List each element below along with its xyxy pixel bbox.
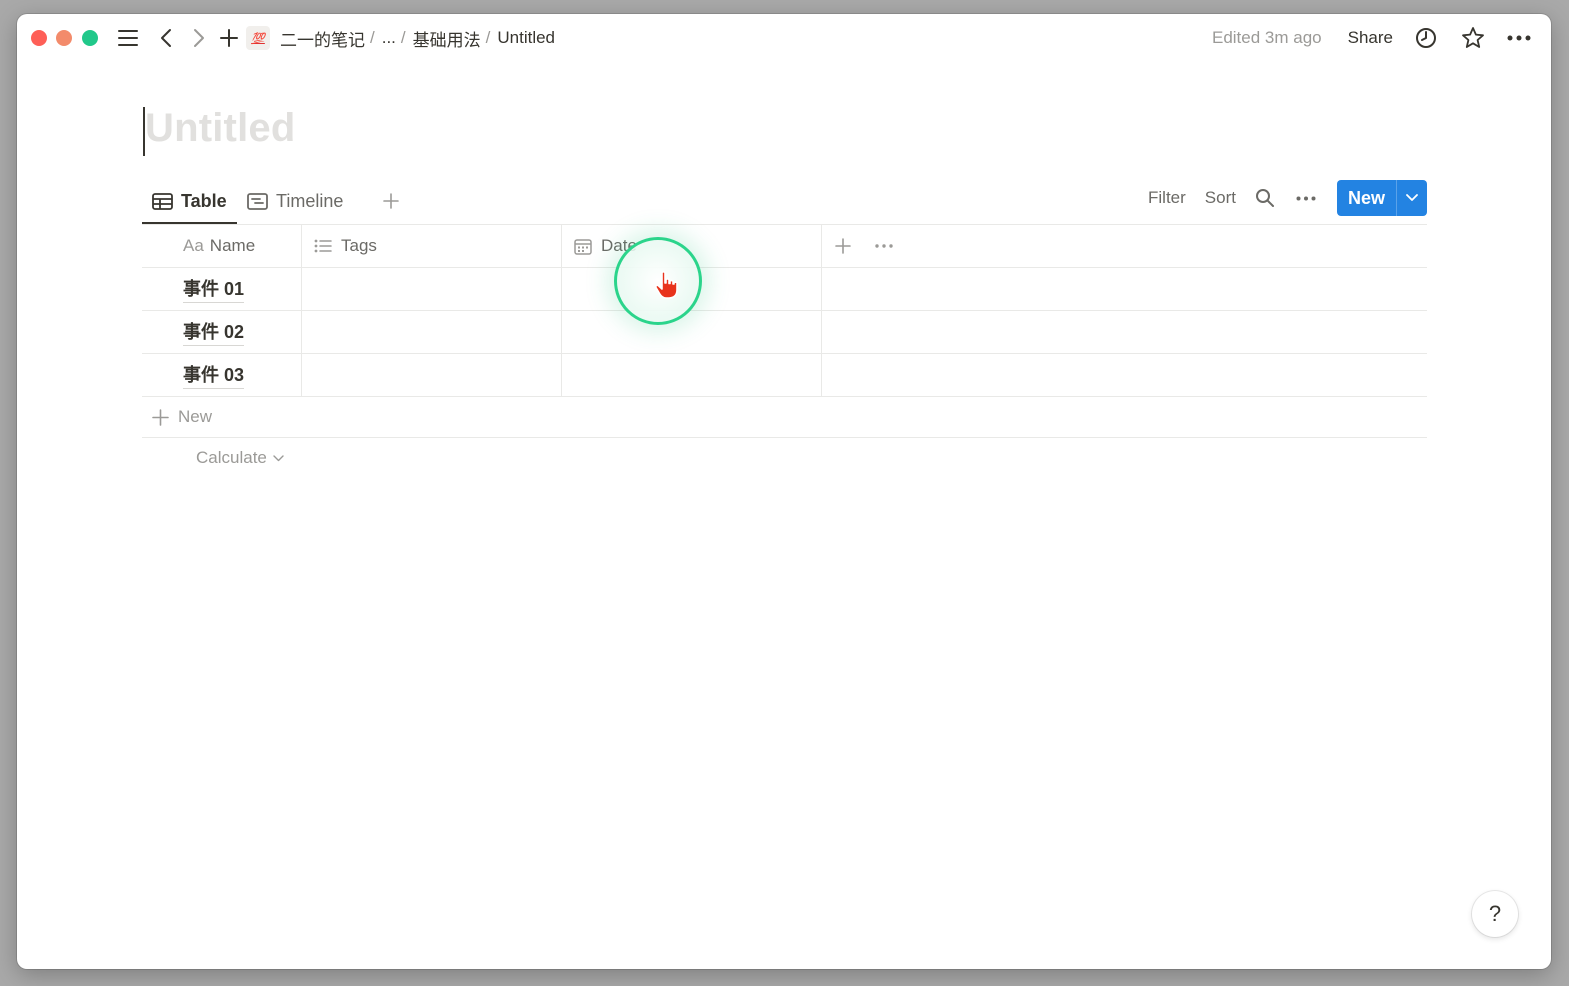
view-tabs-bar: Table Timeline Filter Sort New: [142, 180, 1427, 225]
tab-table[interactable]: Table: [142, 180, 237, 224]
new-record-button[interactable]: New: [1336, 180, 1427, 216]
cell-name[interactable]: 事件 03: [142, 354, 302, 396]
column-header-tags[interactable]: Tags: [302, 225, 562, 267]
pointer-hand-icon: [655, 271, 678, 299]
list-icon: [314, 239, 332, 253]
cell-date[interactable]: [562, 354, 822, 396]
breadcrumb-item-ellipsis[interactable]: ...: [382, 28, 396, 48]
minimize-window-button[interactable]: [56, 30, 72, 46]
table-row[interactable]: 事件 01: [142, 268, 1427, 311]
sort-button[interactable]: Sort: [1205, 188, 1236, 208]
table-icon: [152, 192, 173, 210]
row-title[interactable]: 事件 03: [183, 361, 245, 389]
column-header-tags-label: Tags: [341, 236, 377, 255]
calculate-label: Calculate: [196, 448, 267, 467]
tab-timeline[interactable]: Timeline: [247, 180, 343, 222]
cell-empty: [822, 268, 1427, 310]
cell-tags[interactable]: [302, 268, 562, 310]
new-record-label: New: [1347, 187, 1385, 208]
text-property-icon: Aa: [183, 236, 204, 255]
add-row-label: New: [178, 407, 213, 426]
view-more-icon[interactable]: [1296, 196, 1316, 201]
timeline-icon: [247, 192, 268, 210]
column-header-name-label: Name: [209, 236, 256, 255]
row-title[interactable]: 事件 01: [183, 275, 245, 303]
breadcrumb-separator: /: [485, 28, 491, 47]
share-button[interactable]: Share: [1348, 28, 1393, 48]
plus-icon: [152, 408, 169, 426]
cell-date[interactable]: [562, 311, 822, 353]
breadcrumb-item-current[interactable]: Untitled: [497, 28, 555, 48]
breadcrumb-separator: /: [370, 28, 375, 47]
add-property-plus-icon[interactable]: [835, 238, 851, 254]
zoom-window-button[interactable]: [82, 30, 98, 46]
cell-name[interactable]: 事件 02: [142, 311, 302, 353]
close-window-button[interactable]: [31, 30, 47, 46]
chevron-down-icon: [273, 454, 284, 461]
row-title[interactable]: 事件 02: [183, 318, 245, 346]
breadcrumb-item-basics[interactable]: 基础用法: [413, 26, 481, 51]
top-right-actions: Edited 3m ago Share: [1212, 25, 1531, 51]
page-emoji-icon[interactable]: 💯: [246, 26, 270, 50]
edited-timestamp: Edited 3m ago: [1211, 28, 1322, 47]
breadcrumb: 💯 二一的笔记 / ... / 基础用法 / Untitled: [246, 25, 555, 51]
more-options-icon[interactable]: [1507, 35, 1531, 41]
forward-arrow-icon[interactable]: [188, 25, 210, 51]
favorite-star-icon[interactable]: [1461, 26, 1485, 50]
new-page-plus-icon[interactable]: [218, 25, 240, 51]
breadcrumb-separator: /: [400, 28, 406, 47]
filter-button[interactable]: Filter: [1148, 188, 1186, 208]
help-button[interactable]: ?: [1472, 891, 1518, 937]
sidebar-menu-icon[interactable]: [115, 25, 141, 51]
top-bar: 💯 二一的笔记 / ... / 基础用法 / Untitled Edited 3…: [17, 14, 1551, 62]
cell-tags[interactable]: [302, 311, 562, 353]
cell-name[interactable]: 事件 01: [142, 268, 302, 310]
column-more-icon[interactable]: [875, 244, 893, 248]
breadcrumb-item-notes[interactable]: 二一的笔记: [280, 26, 365, 51]
search-icon[interactable]: [1255, 188, 1275, 208]
cell-empty: [822, 311, 1427, 353]
column-header-name[interactable]: Aa Name: [142, 225, 302, 267]
table-header-row: Aa Name Tags Date: [142, 225, 1427, 268]
database-table: Aa Name Tags Date 事件 01 事件 02 事件 03 New …: [142, 225, 1427, 478]
page-title[interactable]: Untitled: [145, 106, 295, 151]
history-clock-icon[interactable]: [1415, 27, 1437, 49]
cell-empty: [822, 354, 1427, 396]
cell-tags[interactable]: [302, 354, 562, 396]
back-arrow-icon[interactable]: [155, 25, 177, 51]
calendar-icon: [574, 238, 592, 255]
chevron-down-icon[interactable]: [1396, 180, 1427, 216]
table-row[interactable]: 事件 03: [142, 354, 1427, 397]
table-row[interactable]: 事件 02: [142, 311, 1427, 354]
view-actions: Filter Sort New: [1148, 180, 1427, 216]
column-header-actions: [822, 225, 1427, 267]
add-view-plus-icon[interactable]: [382, 180, 408, 222]
app-window: 💯 二一的笔记 / ... / 基础用法 / Untitled Edited 3…: [17, 14, 1551, 969]
calculate-button[interactable]: Calculate: [142, 438, 1427, 478]
tab-timeline-label: Timeline: [276, 190, 344, 211]
tab-table-label: Table: [181, 190, 227, 211]
add-row-button[interactable]: New: [142, 397, 1427, 438]
